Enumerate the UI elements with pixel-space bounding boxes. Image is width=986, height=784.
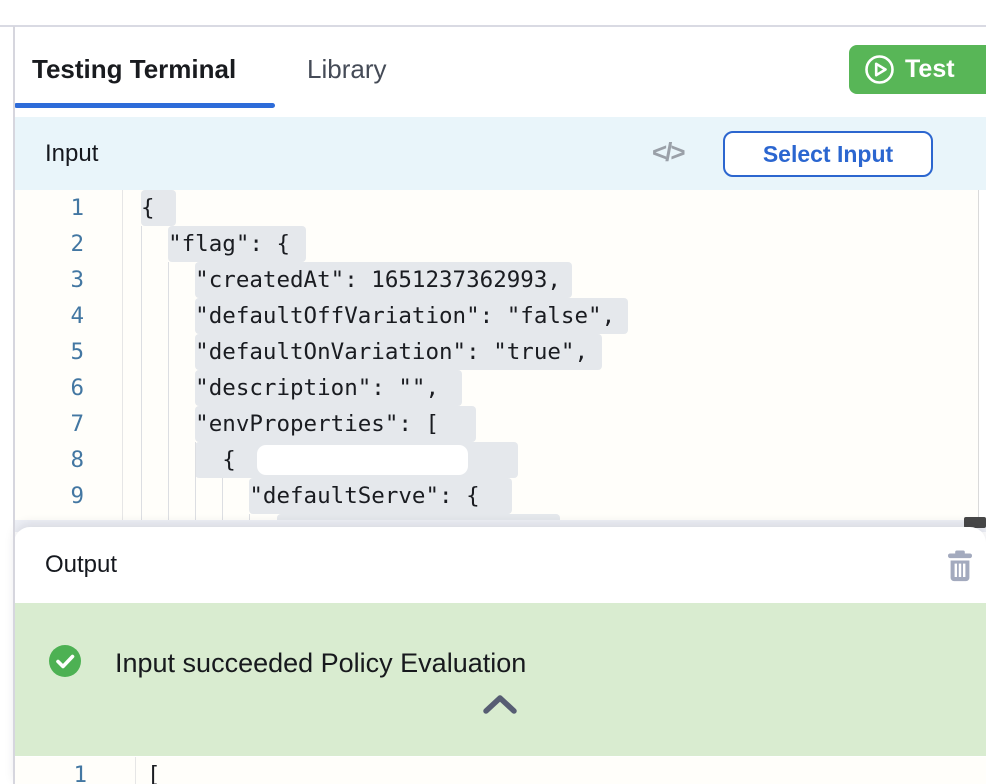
inline-widget (257, 445, 468, 475)
code-line: 5 "defaultOnVariation": "true", (14, 334, 978, 370)
select-input-button[interactable]: Select Input (723, 131, 933, 177)
collapse-output-button[interactable] (478, 691, 522, 719)
code-text: [ (147, 757, 161, 784)
check-circle-icon (48, 644, 82, 678)
line-number: 9 (14, 478, 84, 514)
tab-library[interactable]: Library (307, 54, 386, 85)
output-panel-title: Output (45, 527, 117, 603)
code-line: 1[ (14, 757, 986, 784)
clear-output-button[interactable] (946, 550, 974, 582)
line-number: 2 (14, 226, 84, 262)
success-banner: Input succeeded Policy Evaluation (14, 603, 986, 756)
code-line: 4 "defaultOffVariation": "false", (14, 298, 978, 334)
input-panel-title: Input (45, 117, 98, 190)
code-text: { (141, 442, 236, 478)
line-number: 6 (14, 370, 84, 406)
line-number: 4 (14, 298, 84, 334)
code-text: "envProperties": [ (141, 406, 439, 442)
input-code-editor[interactable]: 1{2 "flag": {3 "createdAt": 165123736299… (14, 190, 978, 531)
input-panel-header: Input </> Select Input (14, 117, 986, 190)
code-slash-icon[interactable]: </> (652, 117, 684, 190)
code-text: { (141, 190, 155, 226)
code-text: "defaultServe": { (141, 478, 480, 514)
testing-terminal-screen: Testing Terminal Library Test Input </> … (0, 0, 986, 784)
chevron-up-icon (480, 692, 520, 716)
code-line: 9 "defaultServe": { (14, 478, 978, 514)
trash-icon (946, 550, 974, 582)
code-text: "defaultOnVariation": "true", (141, 334, 588, 370)
play-circle-icon (864, 54, 895, 85)
success-message: Input succeeded Policy Evaluation (115, 603, 526, 723)
code-text: "description": "", (141, 370, 439, 406)
line-number: 8 (14, 442, 84, 478)
code-line: 8 { (14, 442, 978, 478)
code-text: "flag": { (141, 226, 290, 262)
output-panel: Output Input succeeded Policy Evaluation (14, 527, 986, 784)
code-text: "defaultOffVariation": "false", (141, 298, 615, 334)
code-line: 3 "createdAt": 1651237362993, (14, 262, 978, 298)
line-number: 1 (14, 190, 84, 226)
scrollbar-track-border (978, 190, 979, 522)
top-divider (0, 25, 986, 27)
left-divider (13, 26, 15, 784)
line-number: 1 (14, 757, 87, 784)
code-line: 1{ (14, 190, 978, 226)
line-number: 5 (14, 334, 84, 370)
code-line: 2 "flag": { (14, 226, 978, 262)
code-line: 6 "description": "", (14, 370, 978, 406)
code-text: "createdAt": 1651237362993, (141, 262, 561, 298)
test-button[interactable]: Test (849, 45, 986, 94)
tab-testing-terminal[interactable]: Testing Terminal (32, 54, 236, 85)
code-line: 7 "envProperties": [ (14, 406, 978, 442)
test-button-label: Test (905, 55, 955, 84)
active-tab-underline (14, 103, 275, 108)
output-code-editor[interactable]: 1[ (14, 757, 986, 784)
line-number: 7 (14, 406, 84, 442)
line-number: 3 (14, 262, 84, 298)
